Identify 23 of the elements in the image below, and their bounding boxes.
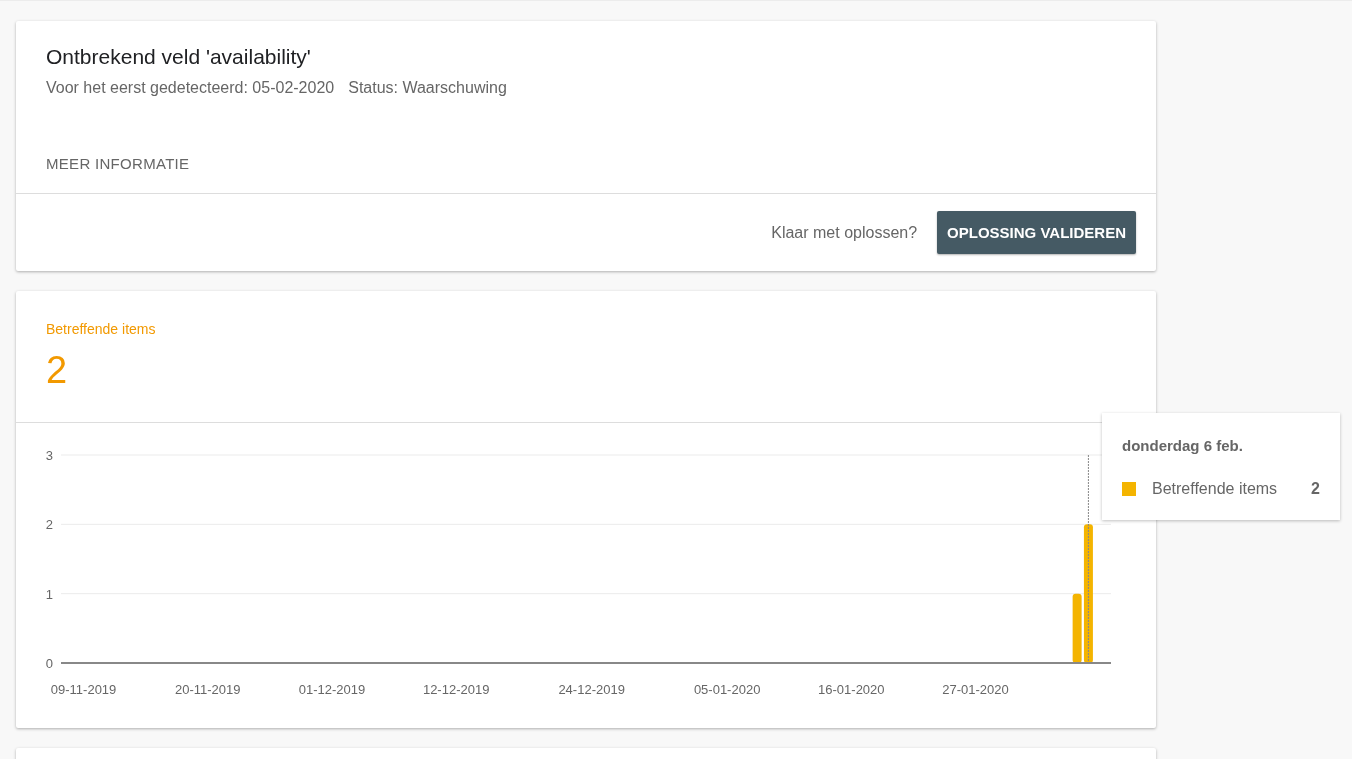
x-tick-label: 05-01-2020 [693,682,761,697]
items-count: 2 [46,349,69,392]
more-info-link[interactable]: MEER INFORMATIE [46,155,190,172]
tooltip-title: donderdag 6 feb. [1122,437,1244,454]
y-tick-label: 3 [45,448,53,463]
tooltip-value: 2 [1311,480,1320,498]
y-tick-label: 1 [45,586,53,602]
tooltip-series-label: Betreffende items [1152,480,1278,498]
validate-button[interactable]: OPLOSSING VALIDEREN [937,211,1136,254]
items-label: Betreffende items [46,321,157,337]
x-tick-label: 01-12-2019 [298,682,366,697]
x-tick-label: 20-11-2019 [175,682,241,697]
x-tick-label: 09-11-2019 [50,682,117,697]
x-tick-label: 16-01-2020 [818,682,885,697]
issue-title: Ontbrekend veld 'availability' [46,45,312,69]
y-tick-label: 0 [45,656,53,671]
prompt-text: Klaar met oplossen? [771,223,918,242]
y-tick-label: 2 [45,517,53,533]
first-detected-text: Voor het eerst gedetecteerd: 05-02-2020 [46,79,335,97]
x-tick-label: 27-01-2020 [942,682,1009,697]
x-tick-label: 24-12-2019 [558,682,625,697]
x-tick-label: 12-12-2019 [422,682,490,697]
status-text: Status: Waarschuwing [348,79,507,97]
